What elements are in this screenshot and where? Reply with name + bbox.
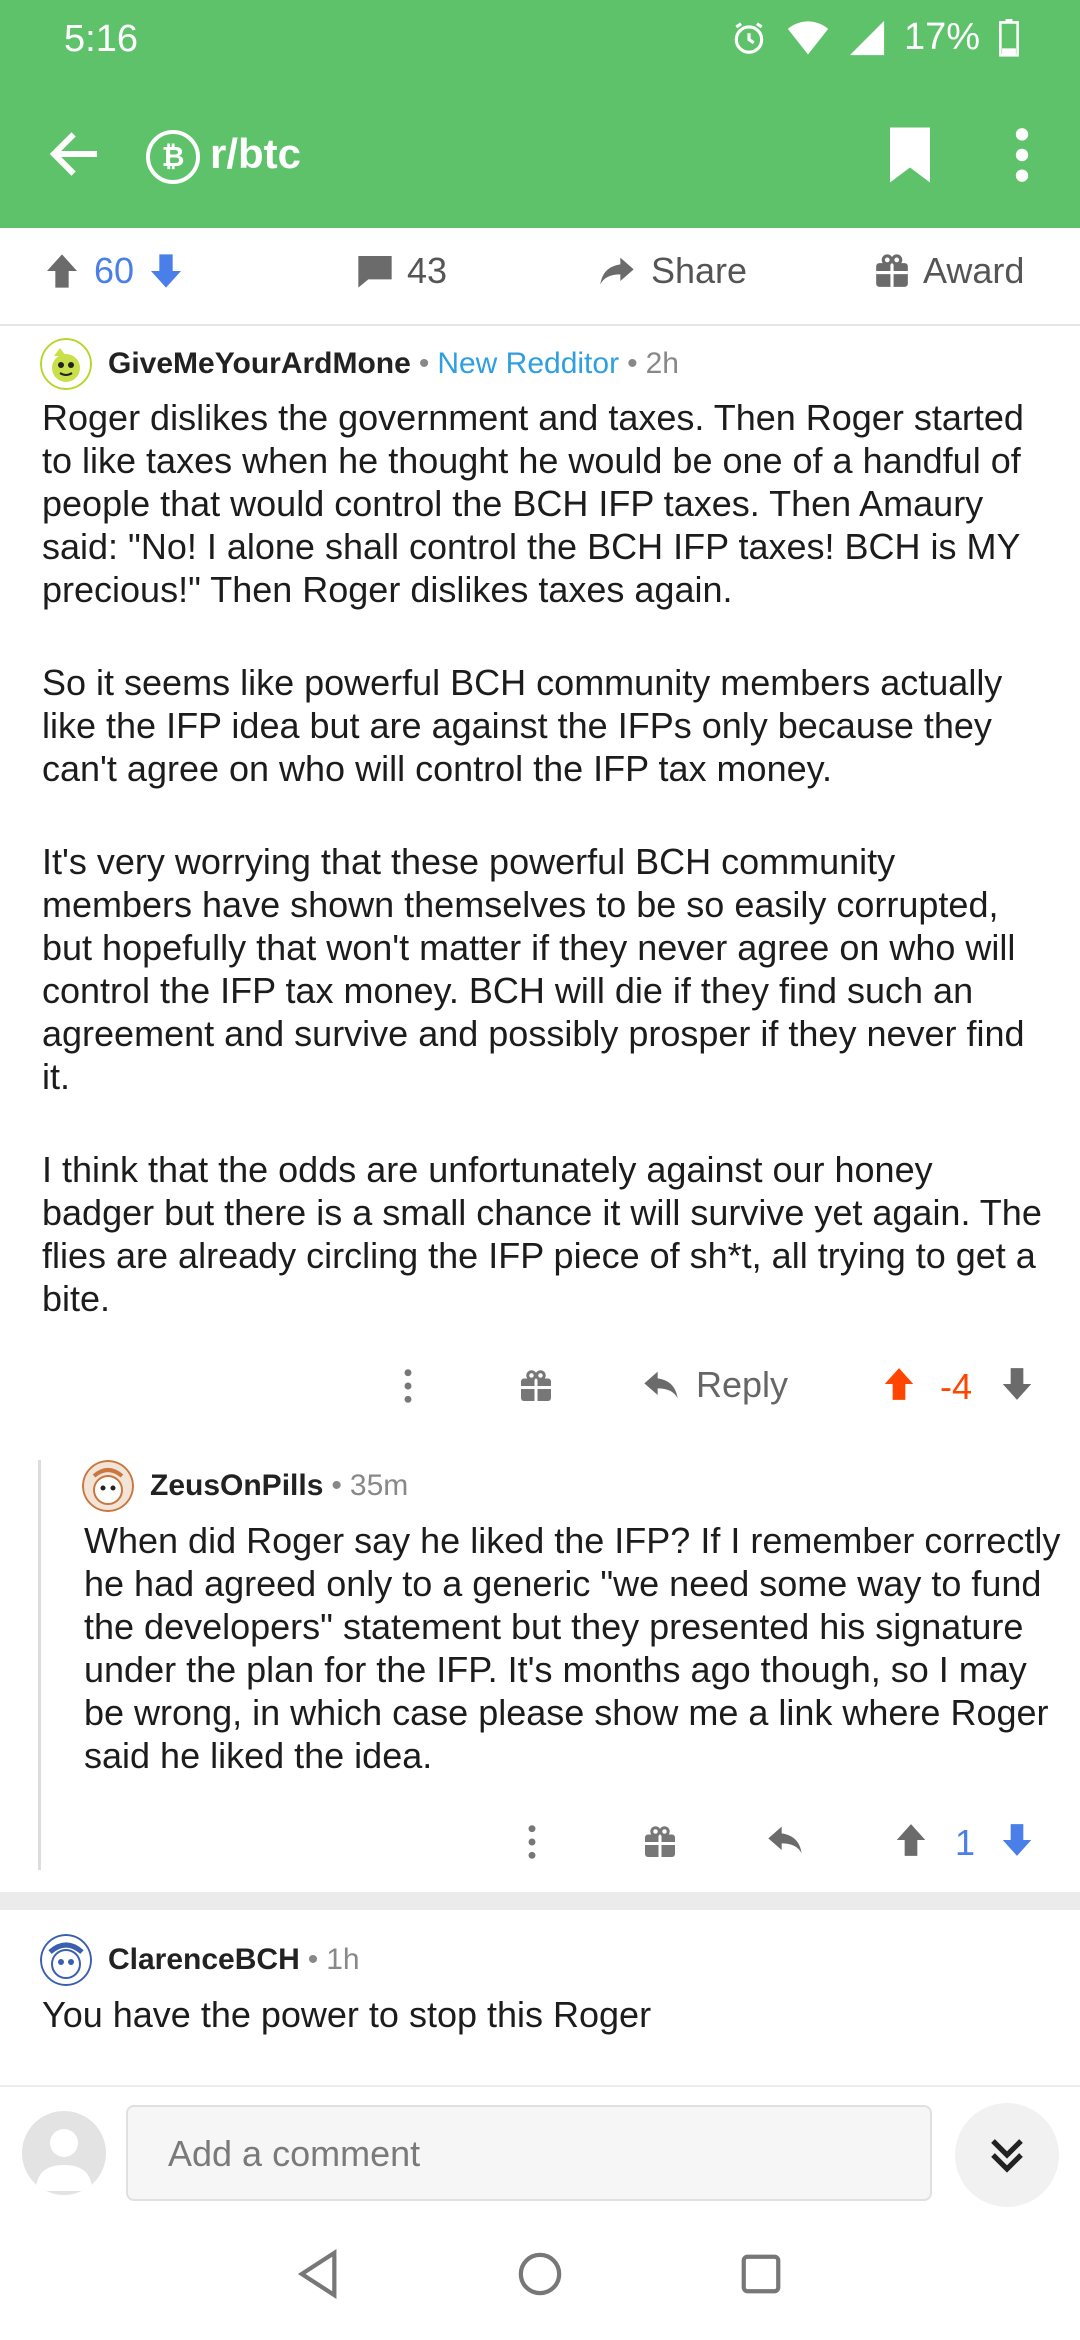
comment-age: 1h <box>326 1943 360 1976</box>
thread-divider <box>0 1892 1080 1910</box>
bitcoin-icon[interactable]: ₿ <box>146 130 200 184</box>
comment-actions: Reply -4 <box>0 1362 1080 1412</box>
comments-count: 43 <box>407 250 448 291</box>
comment-paragraph: It's very worrying that these powerful B… <box>42 841 1025 1097</box>
separator-dot: • <box>331 1469 342 1502</box>
bookmark-icon[interactable] <box>885 124 935 186</box>
gift-icon <box>876 254 908 287</box>
reply-button[interactable]: Reply <box>640 1364 788 1406</box>
avatar[interactable] <box>22 2111 106 2195</box>
comment-compose-bar: Add a comment <box>0 2085 1080 2215</box>
subreddit-name[interactable]: r/btc <box>210 130 301 178</box>
app-bar: 5:16 17% ₿ r/btc <box>0 0 1080 228</box>
post-vote-group: 60 <box>42 250 186 292</box>
gift-icon[interactable] <box>642 1822 678 1862</box>
upvote-icon[interactable] <box>892 1820 930 1860</box>
comment-username[interactable]: ClarenceBCH <box>108 1943 300 1977</box>
comment-body: Roger dislikes the government and taxes.… <box>42 396 1054 1320</box>
avatar[interactable] <box>40 1934 92 1986</box>
comment-username[interactable]: ZeusOnPills <box>150 1469 323 1503</box>
downvote-icon[interactable] <box>146 251 186 291</box>
gift-icon[interactable] <box>518 1366 554 1406</box>
upvote-icon[interactable] <box>42 251 82 291</box>
system-nav-bar <box>0 2215 1080 2340</box>
more-vertical-icon[interactable] <box>398 1366 418 1406</box>
comment-paragraph: So it seems like powerful BCH community … <box>42 662 1003 789</box>
signal-icon <box>849 20 885 55</box>
comment-meta: ZeusOnPills • 35m <box>82 1460 408 1512</box>
toolbar: ₿ r/btc <box>0 110 1080 198</box>
comment-actions: 1 <box>0 1818 1080 1868</box>
status-bar: 5:16 17% <box>0 0 1080 80</box>
comments-count-button[interactable]: 43 <box>355 250 447 292</box>
comment-score: 1 <box>955 1822 976 1863</box>
alarm-icon <box>734 21 764 54</box>
separator-dot: • <box>627 347 638 380</box>
share-label: Share <box>651 250 748 291</box>
battery-percent: 17% <box>903 16 980 58</box>
thread-line <box>38 1460 41 1870</box>
more-vertical-icon[interactable] <box>1002 124 1042 186</box>
add-comment-input[interactable]: Add a comment <box>126 2105 932 2201</box>
more-vertical-icon[interactable] <box>522 1822 542 1862</box>
jump-to-next-button[interactable] <box>955 2103 1059 2207</box>
comment-paragraph: I think that the odds are unfortunately … <box>42 1149 1042 1319</box>
comment-paragraph: You have the power to stop this Roger <box>42 1994 652 2035</box>
post-action-bar: 60 43 Share Award <box>0 228 1080 326</box>
comment-username[interactable]: GiveMeYourArdMone <box>108 347 411 381</box>
status-icons: 17% <box>730 16 1020 59</box>
award-button[interactable]: Award <box>873 250 1024 292</box>
comment-score: -4 <box>940 1366 973 1407</box>
reply-icon[interactable] <box>764 1820 806 1860</box>
comment-body: You have the power to stop this Roger <box>42 1993 1054 2036</box>
recents-square-icon[interactable] <box>738 2249 784 2299</box>
post-score: 60 <box>94 250 135 291</box>
award-label: Award <box>923 250 1025 291</box>
reply-label: Reply <box>696 1364 789 1405</box>
share-button[interactable]: Share <box>595 250 747 292</box>
battery-icon <box>999 18 1019 57</box>
reply-icon <box>644 1371 678 1399</box>
comment-age: 35m <box>349 1469 409 1502</box>
downvote-icon[interactable] <box>998 1364 1036 1404</box>
back-arrow-icon[interactable] <box>44 124 104 184</box>
comment-age: 2h <box>645 347 679 380</box>
back-triangle-icon[interactable] <box>296 2249 342 2299</box>
comment-paragraph: When did Roger say he liked the IFP? If … <box>84 1520 1061 1776</box>
comment-body: When did Roger say he liked the IFP? If … <box>84 1519 1064 1777</box>
home-circle-icon[interactable] <box>517 2249 563 2299</box>
avatar[interactable] <box>82 1460 134 1512</box>
status-time: 5:16 <box>64 18 138 60</box>
comment-paragraph: Roger dislikes the government and taxes.… <box>42 397 1024 610</box>
user-flair: New Redditor <box>437 347 620 380</box>
double-chevron-down-icon <box>991 2139 1023 2173</box>
separator-dot: • <box>418 347 430 380</box>
upvote-icon[interactable] <box>880 1364 918 1404</box>
comment-icon <box>358 256 392 288</box>
wifi-icon <box>787 20 829 55</box>
comment-meta: GiveMeYourArdMone • New Redditor • 2h <box>40 338 679 390</box>
downvote-icon[interactable] <box>998 1820 1036 1860</box>
share-icon <box>600 257 634 285</box>
separator-dot: • <box>307 1943 319 1976</box>
user-silhouette-icon <box>36 2129 92 2191</box>
avatar[interactable] <box>40 338 92 390</box>
comment-meta: ClarenceBCH • 1h <box>40 1934 360 1986</box>
